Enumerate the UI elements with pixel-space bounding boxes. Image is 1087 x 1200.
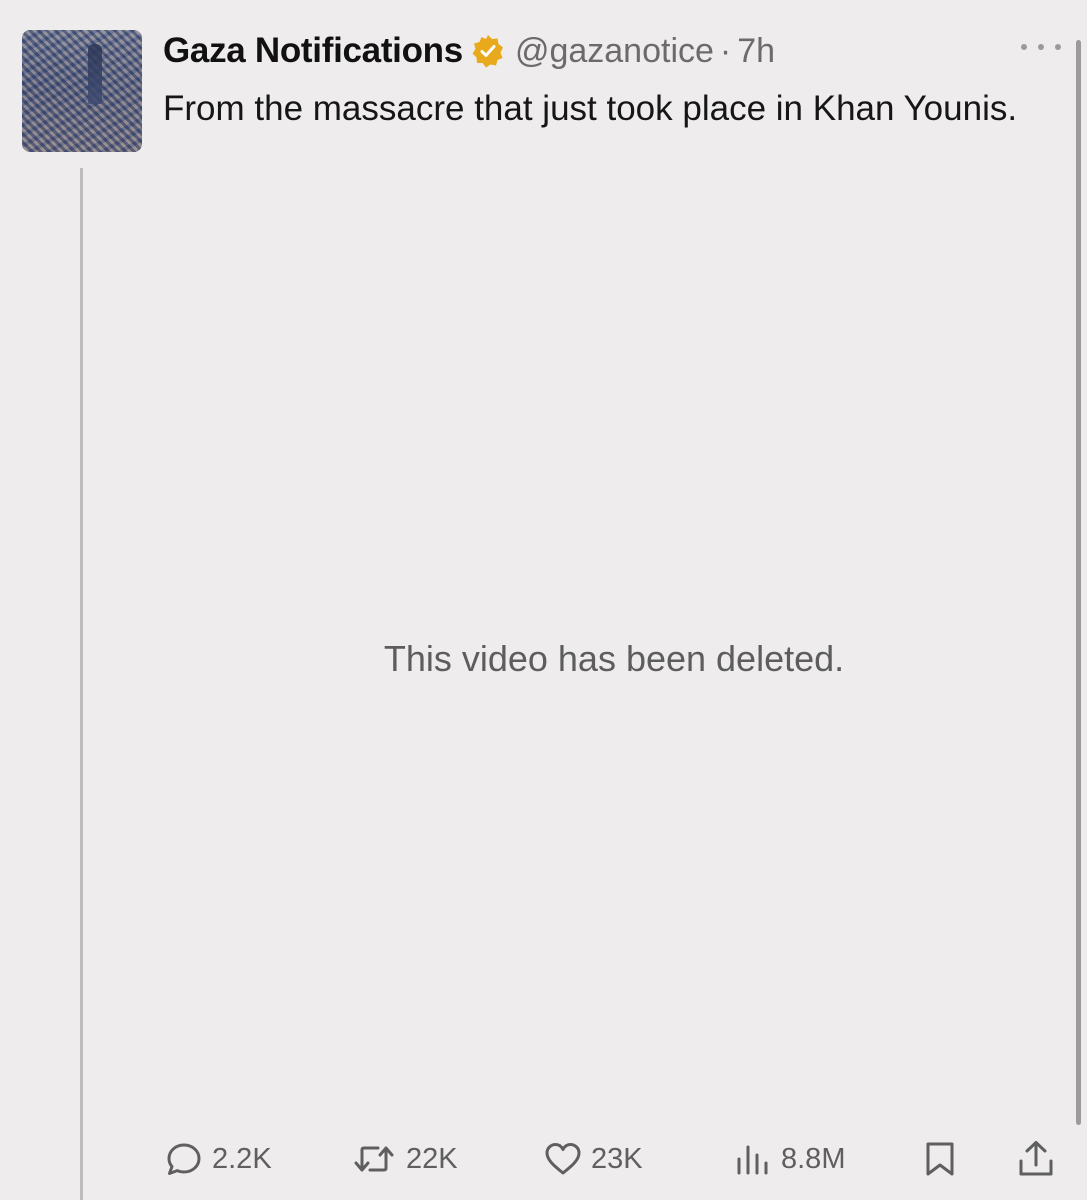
share-button[interactable] <box>1016 1134 1056 1184</box>
bookmark-icon <box>920 1139 960 1179</box>
view-count: 8.8M <box>781 1142 846 1175</box>
bookmark-button[interactable] <box>920 1134 960 1184</box>
repost-icon <box>350 1139 398 1179</box>
like-count: 23K <box>591 1142 643 1175</box>
repost-button[interactable]: 22K <box>350 1134 458 1184</box>
timestamp[interactable]: 7h <box>737 32 775 71</box>
avatar[interactable] <box>22 30 142 152</box>
heart-icon <box>543 1139 583 1179</box>
tweet-text: From the massacre that just took place i… <box>163 89 1018 128</box>
views-button[interactable]: 8.8M <box>733 1134 845 1184</box>
avatar-figure <box>88 44 102 104</box>
deleted-media-message: This video has been deleted. <box>383 638 845 679</box>
scrollbar[interactable] <box>1076 40 1081 1125</box>
reply-count: 2.2K <box>212 1142 272 1175</box>
reply-button[interactable]: 2.2K <box>164 1134 272 1184</box>
share-icon <box>1016 1139 1056 1179</box>
verified-badge-icon <box>471 34 505 68</box>
more-options-icon[interactable] <box>1021 40 1061 54</box>
tweet-header: Gaza Notifications @gazanotice · 7h <box>163 28 775 74</box>
action-bar: 2.2K 22K 23K 8.8M <box>0 1134 1087 1184</box>
analytics-icon <box>733 1139 773 1179</box>
repost-count: 22K <box>406 1142 458 1175</box>
tweet-card: Gaza Notifications @gazanotice · 7h From… <box>0 0 1087 1200</box>
display-name[interactable]: Gaza Notifications <box>163 31 463 71</box>
handle[interactable]: @gazanotice <box>515 32 714 71</box>
thread-line <box>80 168 83 1200</box>
separator-dot: · <box>719 31 732 70</box>
like-button[interactable]: 23K <box>543 1134 643 1184</box>
reply-icon <box>164 1139 204 1179</box>
